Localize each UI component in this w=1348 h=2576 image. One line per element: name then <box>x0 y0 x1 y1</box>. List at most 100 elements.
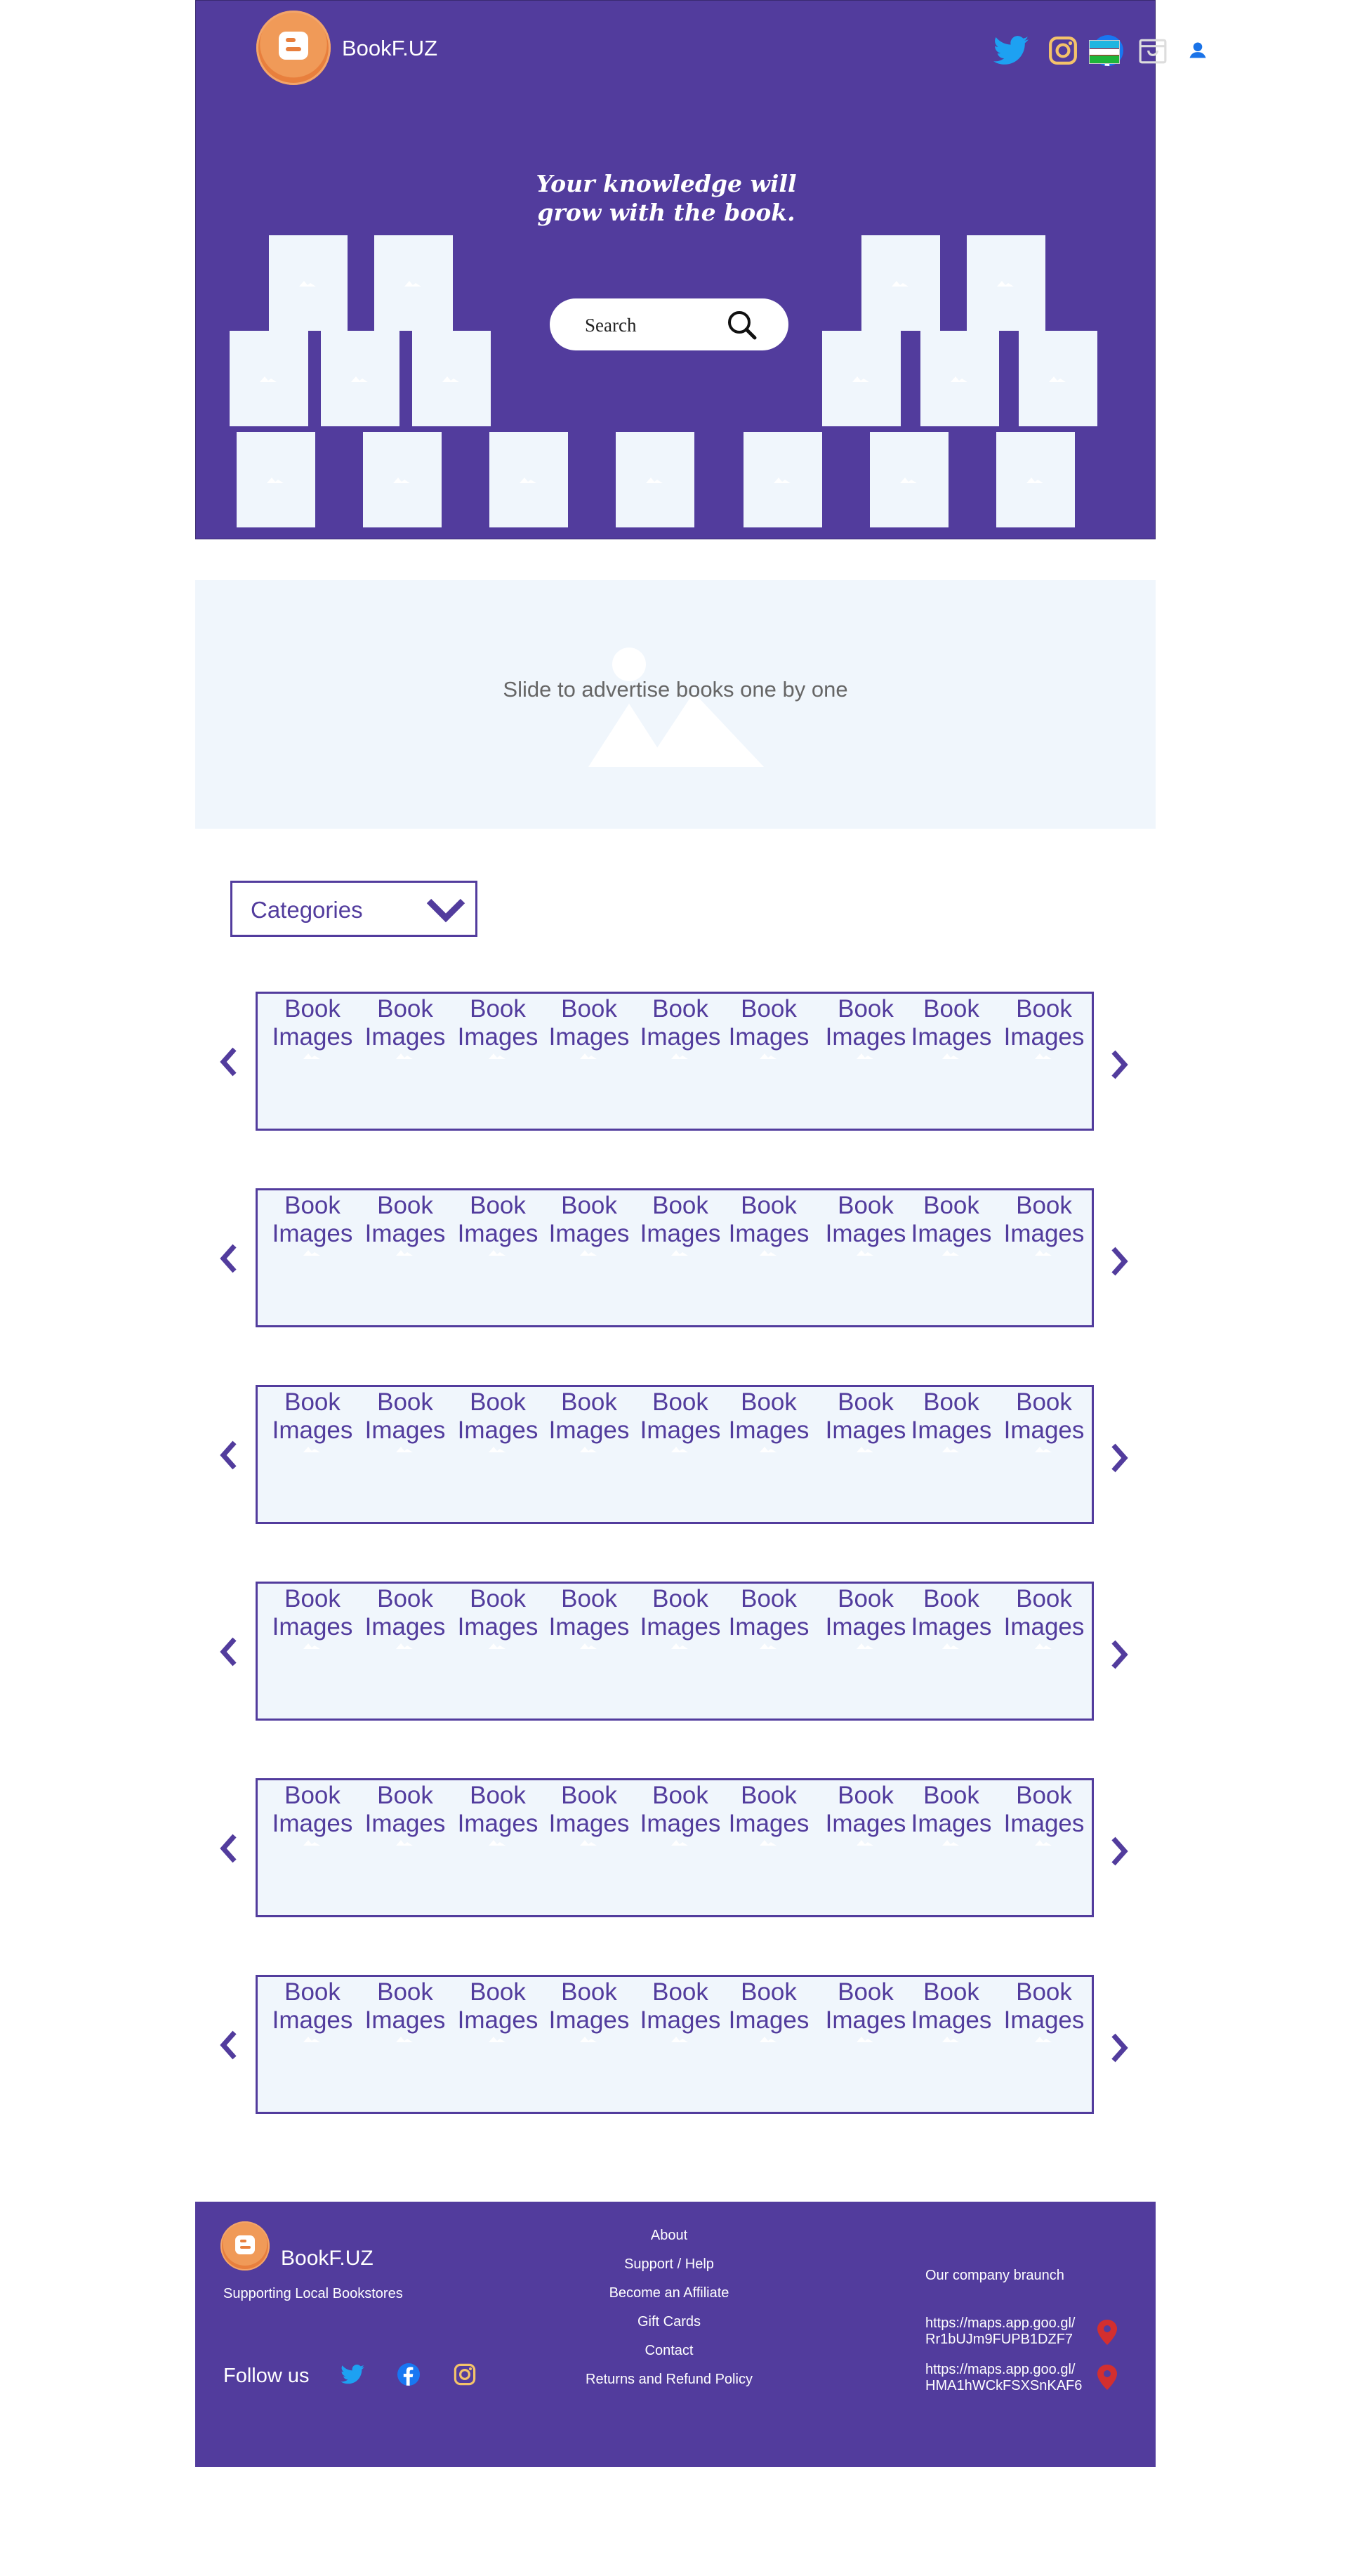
book-item[interactable]: Book Images <box>547 1978 631 2043</box>
book-item[interactable]: Book Images <box>456 1388 540 1453</box>
twitter-icon[interactable] <box>338 2360 366 2388</box>
book-carousel[interactable]: Book Images Book Images Book Images Book Im… <box>256 1582 1094 1721</box>
book-item[interactable]: Book Images <box>270 1782 355 1846</box>
footer-link-contact[interactable]: Contact <box>553 2342 785 2371</box>
book-item[interactable]: Book Images <box>363 1585 447 1650</box>
book-item[interactable]: Book Images <box>456 1585 540 1650</box>
map-link-1[interactable]: https://maps.app.goo.gl/ Rr1bUJm9FUPB1DZ… <box>925 2315 1094 2348</box>
book-item[interactable]: Book Images <box>638 1585 722 1650</box>
book-tile[interactable] <box>489 432 568 527</box>
book-carousel[interactable]: Book Images Book Images Book Images Book Im… <box>256 992 1094 1131</box>
book-item[interactable]: Book Images <box>727 995 811 1060</box>
footer-link-about[interactable]: About <box>553 2227 785 2256</box>
book-carousel[interactable]: Book Images Book Images Book Images Book Im… <box>256 1188 1094 1327</box>
search-icon[interactable] <box>725 308 759 342</box>
book-tile[interactable] <box>861 235 940 331</box>
book-item[interactable]: Book Images <box>1002 1782 1086 1846</box>
chevron-left-icon[interactable] <box>218 2030 239 2061</box>
book-item[interactable]: Book Images <box>727 1782 811 1846</box>
twitter-icon[interactable] <box>993 33 1029 68</box>
footer-link-returns[interactable]: Returns and Refund Policy <box>553 2371 785 2400</box>
book-item[interactable]: Book Images <box>638 1388 722 1453</box>
book-item[interactable]: Book Images <box>1002 1192 1086 1256</box>
chevron-right-icon[interactable] <box>1109 1836 1130 1867</box>
book-tile[interactable] <box>269 235 348 331</box>
book-tile[interactable] <box>1019 331 1097 426</box>
book-item[interactable]: Book Images <box>824 1388 908 1453</box>
chevron-left-icon[interactable] <box>218 1636 239 1667</box>
chevron-left-icon[interactable] <box>218 1833 239 1864</box>
book-item[interactable]: Book Images <box>547 1585 631 1650</box>
map-pin-icon[interactable] <box>1097 2320 1118 2345</box>
book-tile[interactable] <box>237 432 315 527</box>
book-tile[interactable] <box>996 432 1075 527</box>
book-item[interactable]: Book Images <box>363 1782 447 1846</box>
book-item[interactable]: Book Images <box>547 1782 631 1846</box>
book-tile[interactable] <box>870 432 949 527</box>
user-icon[interactable] <box>1180 33 1215 68</box>
book-item[interactable]: Book Images <box>547 995 631 1060</box>
footer-link-support[interactable]: Support / Help <box>553 2256 785 2285</box>
book-item[interactable]: Book Images <box>1002 1585 1086 1650</box>
book-item[interactable]: Book Images <box>270 1585 355 1650</box>
book-item[interactable]: Book Images <box>270 1388 355 1453</box>
book-item[interactable]: Book Images <box>638 995 722 1060</box>
book-item[interactable]: Book Images <box>270 1192 355 1256</box>
footer-logo-icon[interactable] <box>220 2221 270 2271</box>
book-item[interactable]: Book Images <box>909 1782 993 1846</box>
footer-link-gift-cards[interactable]: Gift Cards <box>553 2313 785 2342</box>
book-item[interactable]: Book Images <box>824 1192 908 1256</box>
book-tile[interactable] <box>363 432 442 527</box>
book-tile[interactable] <box>412 331 491 426</box>
book-item[interactable]: Book Images <box>727 1388 811 1453</box>
book-item[interactable]: Book Images <box>824 1978 908 2043</box>
book-item[interactable]: Book Images <box>727 1978 811 2043</box>
book-tile[interactable] <box>321 331 399 426</box>
book-item[interactable]: Book Images <box>824 995 908 1060</box>
book-tile[interactable] <box>744 432 822 527</box>
book-item[interactable]: Book Images <box>363 1388 447 1453</box>
chevron-left-icon[interactable] <box>218 1046 239 1077</box>
map-link-2[interactable]: https://maps.app.goo.gl/ HMA1hWCkFSXSnKA… <box>925 2362 1094 2394</box>
book-item[interactable]: Book Images <box>456 1978 540 2043</box>
book-item[interactable]: Book Images <box>909 1585 993 1650</box>
book-item[interactable]: Book Images <box>638 1782 722 1846</box>
categories-dropdown[interactable]: Categories <box>230 881 477 937</box>
book-tile[interactable] <box>230 331 308 426</box>
book-item[interactable]: Book Images <box>1002 1388 1086 1453</box>
shop-icon[interactable] <box>1135 33 1170 68</box>
book-item[interactable]: Book Images <box>363 1192 447 1256</box>
book-item[interactable]: Book Images <box>363 995 447 1060</box>
chevron-right-icon[interactable] <box>1109 1246 1130 1277</box>
book-item[interactable]: Book Images <box>270 1978 355 2043</box>
book-carousel[interactable]: Book Images Book Images Book Images Book Im… <box>256 1975 1094 2114</box>
book-item[interactable]: Book Images <box>547 1388 631 1453</box>
book-carousel[interactable]: Book Images Book Images Book Images Book Im… <box>256 1385 1094 1524</box>
book-item[interactable]: Book Images <box>824 1782 908 1846</box>
logo-icon[interactable] <box>256 11 331 85</box>
book-item[interactable]: Book Images <box>547 1192 631 1256</box>
chevron-right-icon[interactable] <box>1109 1049 1130 1080</box>
book-tile[interactable] <box>822 331 901 426</box>
book-item[interactable]: Book Images <box>824 1585 908 1650</box>
book-item[interactable]: Book Images <box>638 1192 722 1256</box>
book-item[interactable]: Book Images <box>638 1978 722 2043</box>
chevron-left-icon[interactable] <box>218 1243 239 1274</box>
book-carousel[interactable]: Book Images Book Images Book Images Book Im… <box>256 1778 1094 1917</box>
book-tile[interactable] <box>920 331 999 426</box>
chevron-right-icon[interactable] <box>1109 1443 1130 1473</box>
search-bar[interactable] <box>550 298 788 350</box>
book-item[interactable]: Book Images <box>270 995 355 1060</box>
book-item[interactable]: Book Images <box>456 1192 540 1256</box>
book-tile[interactable] <box>374 235 453 331</box>
chevron-left-icon[interactable] <box>218 1440 239 1471</box>
advert-slider[interactable]: Slide to advertise books one by one <box>195 580 1156 829</box>
book-item[interactable]: Book Images <box>909 1388 993 1453</box>
book-item[interactable]: Book Images <box>1002 995 1086 1060</box>
book-item[interactable]: Book Images <box>363 1978 447 2043</box>
book-item[interactable]: Book Images <box>456 995 540 1060</box>
footer-link-affiliate[interactable]: Become an Affiliate <box>553 2285 785 2313</box>
facebook-icon[interactable] <box>395 2360 423 2388</box>
map-pin-icon[interactable] <box>1097 2365 1118 2390</box>
book-tile[interactable] <box>616 432 694 527</box>
